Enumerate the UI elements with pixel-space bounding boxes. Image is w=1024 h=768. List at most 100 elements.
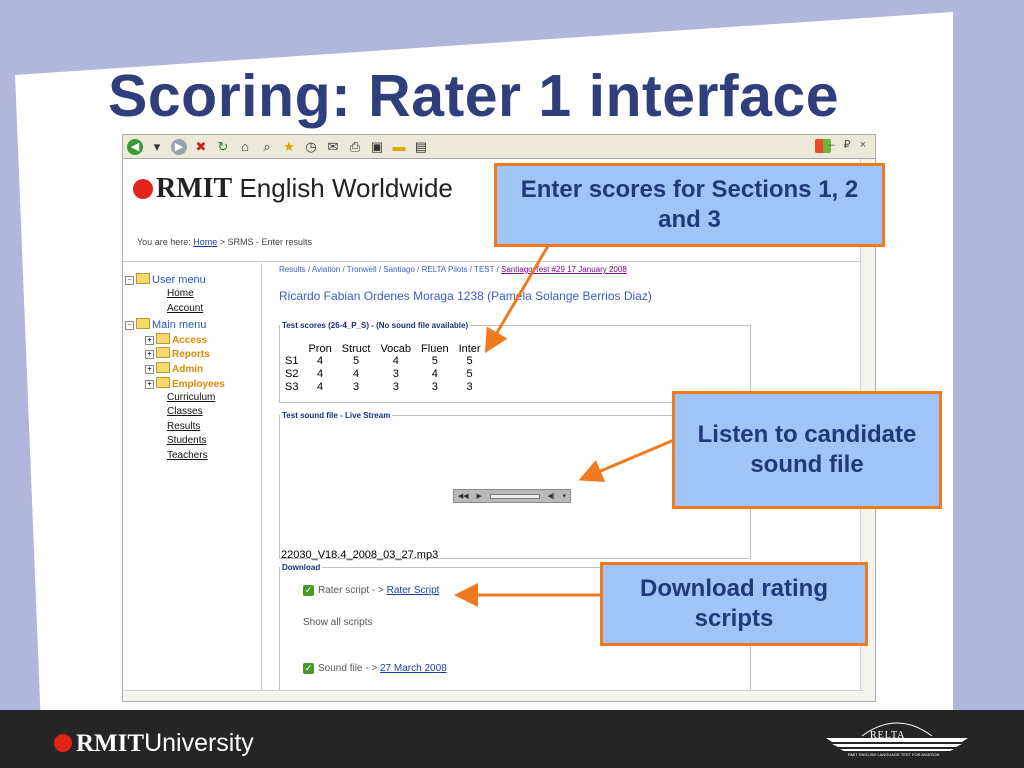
seek-slider[interactable]	[489, 493, 540, 499]
score-cell[interactable]: 3	[454, 381, 486, 394]
volume-icon[interactable]: ◀|	[548, 492, 555, 500]
sidebar-item-home[interactable]: Home	[167, 288, 194, 299]
expand-icon[interactable]: +	[145, 336, 154, 345]
score-cell[interactable]: 3	[375, 368, 416, 381]
audio-player[interactable]: ◀◀ ▶ ◀| ▾	[453, 489, 571, 503]
folder-label: Employees	[172, 379, 225, 390]
score-cell[interactable]: 4	[337, 368, 376, 381]
collapse-icon[interactable]: −	[125, 276, 134, 285]
sidebar-item-classes[interactable]: Classes	[167, 406, 203, 417]
header-divider	[123, 261, 863, 262]
expand-icon[interactable]: +	[145, 380, 154, 389]
stop-icon[interactable]: ✖	[193, 139, 209, 155]
score-header: Inter	[458, 343, 481, 355]
score-cell[interactable]: 3	[375, 381, 416, 394]
rater-script-link[interactable]: Rater Script	[387, 585, 440, 596]
play-icon[interactable]: ▶	[477, 492, 482, 500]
sidebar-folder-employees[interactable]: + Employees	[145, 377, 225, 390]
section-label: S1	[285, 355, 299, 367]
candidate-name: Ricardo Fabian Ordenes Moraga 1238 (Pame…	[279, 289, 652, 303]
back-icon[interactable]: ◀	[127, 138, 143, 155]
sidebar-folder-admin[interactable]: + Admin	[145, 362, 203, 375]
home-icon[interactable]: ⌂	[237, 139, 253, 155]
sidebar-item-curriculum[interactable]: Curriculum	[167, 392, 215, 403]
history-icon[interactable]: ◷	[303, 139, 319, 155]
content-breadcrumb: Results / Aviation / Tronwell / Santiago…	[279, 265, 627, 274]
forward-icon[interactable]: ▶	[171, 138, 187, 155]
sound-file-legend: Test sound file - Live Stream	[282, 411, 391, 420]
relta-label: RELTA	[870, 730, 906, 741]
sidebar-divider	[261, 263, 262, 701]
score-header	[283, 343, 303, 355]
main-menu-heading[interactable]: − Main menu	[125, 318, 206, 331]
score-cell[interactable]: 5	[416, 355, 454, 368]
score-cell[interactable]: 4	[303, 368, 336, 381]
menu-icon[interactable]: ▾	[563, 492, 567, 500]
callout-download: Download rating scripts	[600, 562, 868, 646]
slide-title: Scoring: Rater 1 interface	[108, 63, 840, 129]
dropdown-icon[interactable]: ▾	[149, 139, 165, 155]
table-row: S2 4 4 3 4 5	[283, 368, 486, 381]
sidebar-folder-reports[interactable]: + Reports	[145, 347, 210, 360]
sound-file-label: Sound file - >	[318, 663, 378, 674]
collapse-icon[interactable]: −	[125, 321, 134, 330]
crumb-home-link[interactable]: Home	[193, 237, 217, 247]
callout-enter-scores: Enter scores for Sections 1, 2 and 3	[494, 163, 885, 247]
sidebar-item-results[interactable]: Results	[167, 421, 200, 432]
score-cell[interactable]: 4	[375, 355, 416, 368]
user-menu-label: User menu	[152, 274, 206, 286]
sidebar-item-students[interactable]: Students	[167, 435, 206, 446]
folder-icon	[156, 333, 170, 344]
mail-icon[interactable]: ✉	[325, 139, 341, 155]
check-icon: ✓	[303, 663, 314, 674]
rater-script-item: ✓ Rater script - > Rater Script	[303, 585, 439, 596]
score-cell[interactable]: 5	[337, 355, 376, 368]
expand-icon[interactable]: +	[145, 350, 154, 359]
rmit-english-worldwide-logo: RMIT English Worldwide	[133, 173, 453, 205]
rater-script-label: Rater script - >	[318, 585, 384, 596]
edit-icon[interactable]: ▣	[369, 139, 385, 155]
score-cell[interactable]: 4	[303, 381, 336, 394]
score-cell[interactable]: 3	[337, 381, 376, 394]
score-cell[interactable]: 5	[454, 355, 486, 368]
site-breadcrumb: You are here: Home > SRMS - Enter result…	[137, 237, 312, 247]
folder-icon[interactable]: ▬	[391, 139, 407, 155]
folder-label: Admin	[172, 364, 204, 375]
folder-icon	[156, 362, 170, 373]
horizontal-scrollbar[interactable]	[123, 690, 863, 701]
sidebar-folder-access[interactable]: + Access	[145, 333, 207, 346]
check-icon: ✓	[303, 585, 314, 596]
test-scores-legend: Test scores (26-4_P_S) - (No sound file …	[282, 321, 469, 330]
folder-label: Reports	[172, 349, 210, 360]
print-icon[interactable]: ⎙	[347, 139, 363, 155]
folder-icon	[156, 347, 170, 358]
score-header: Struct	[341, 343, 371, 355]
show-all-scripts[interactable]: Show all scripts	[303, 617, 372, 628]
score-cell[interactable]: 3	[416, 381, 454, 394]
breadcrumb-path[interactable]: Results / Aviation / Tronwell / Santiago…	[279, 265, 499, 274]
research-icon[interactable]: ▤	[413, 139, 429, 155]
breadcrumb-current[interactable]: Santiago Test #29 17 January 2008	[501, 265, 627, 274]
sidebar-item-teachers[interactable]: Teachers	[167, 450, 208, 461]
favorites-icon[interactable]: ★	[281, 139, 297, 155]
window-controls[interactable]: – ₽ ×	[828, 138, 869, 151]
download-legend: Download	[282, 563, 321, 572]
user-menu-heading[interactable]: − User menu	[125, 273, 206, 286]
score-header: Pron	[308, 343, 332, 355]
sound-file-link[interactable]: 27 March 2008	[380, 663, 447, 674]
score-cell[interactable]: 4	[416, 368, 454, 381]
table-row: S1 4 5 4 5 5	[283, 355, 486, 368]
logo-bold: RMIT	[156, 173, 233, 204]
sidebar-item-account[interactable]: Account	[167, 303, 203, 314]
rewind-icon[interactable]: ◀◀	[458, 492, 469, 500]
folder-icon	[156, 377, 170, 388]
expand-icon[interactable]: +	[145, 365, 154, 374]
score-cell[interactable]: 4	[303, 355, 336, 368]
score-cell[interactable]: 5	[454, 368, 486, 381]
relta-subtitle: RMIT ENGLISH LANGUAGE TEST FOR AVIATION	[848, 752, 940, 757]
refresh-icon[interactable]: ↻	[215, 139, 231, 155]
table-row: S3 4 3 3 3 3	[283, 381, 486, 394]
search-icon[interactable]: ⌕	[259, 139, 275, 155]
university-rest: University	[144, 729, 254, 757]
logo-rest: English Worldwide	[239, 173, 453, 203]
